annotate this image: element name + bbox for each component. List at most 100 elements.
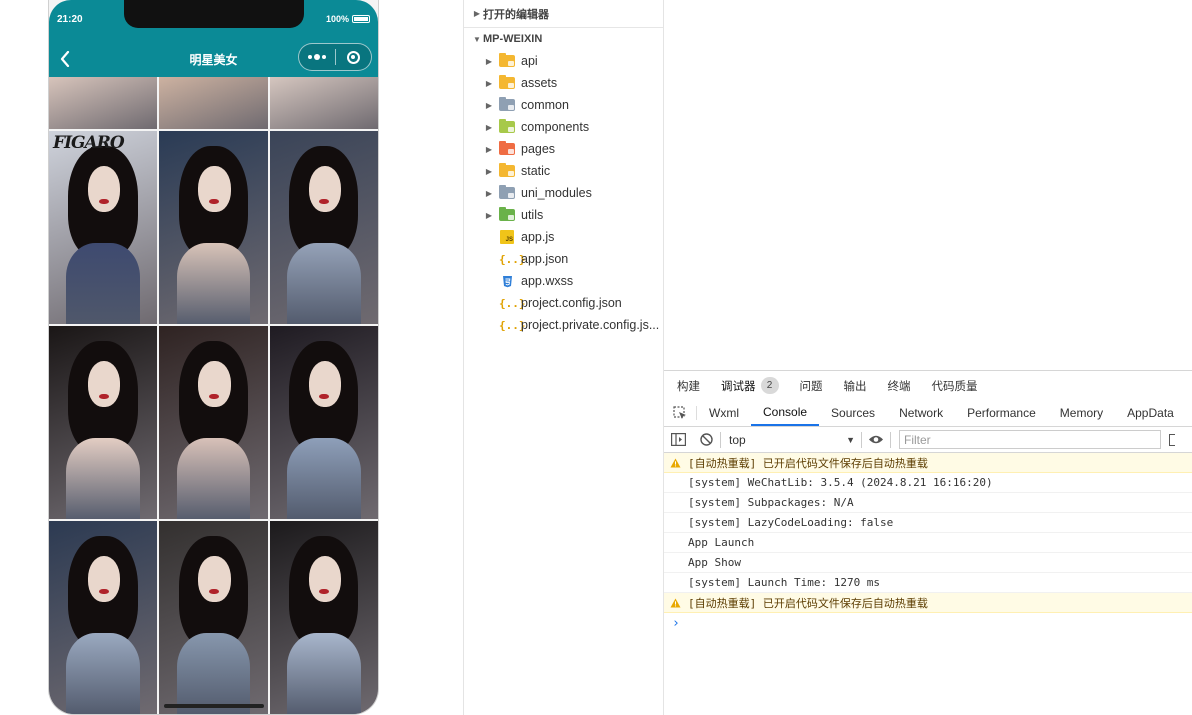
tree-folder-pages[interactable]: ▶ pages bbox=[464, 138, 663, 160]
panel-tab-performance[interactable]: Performance bbox=[955, 400, 1048, 426]
gallery-photo[interactable]: FIGARO bbox=[49, 131, 158, 324]
debug-tab[interactable]: 构建 bbox=[677, 378, 700, 394]
tree-item-label: project.private.config.js... bbox=[521, 318, 660, 332]
folder-icon bbox=[499, 75, 515, 89]
magazine-logo: FIGARO bbox=[53, 133, 125, 153]
debug-tab[interactable]: 终端 bbox=[888, 378, 911, 394]
debug-tab-label: 代码质量 bbox=[931, 380, 978, 393]
photo-background bbox=[269, 77, 378, 129]
tree-item-label: app.json bbox=[521, 252, 569, 266]
panel-tab-appdata[interactable]: AppData bbox=[1115, 400, 1186, 426]
sidebar-icon bbox=[670, 433, 686, 446]
tree-file[interactable]: app.wxss bbox=[464, 270, 663, 292]
console-warning: [自动热重载] 已开启代码文件保存后自动热重载 bbox=[664, 453, 1192, 473]
debug-tab[interactable]: 代码质量 bbox=[932, 378, 978, 394]
gallery-photo[interactable] bbox=[49, 326, 158, 519]
tree-file[interactable]: {..} project.private.config.js... bbox=[464, 314, 663, 336]
tree-item-label: app.js bbox=[521, 230, 555, 244]
tree-item-label: assets bbox=[521, 76, 558, 90]
gallery-photo[interactable] bbox=[159, 521, 268, 714]
folder-icon bbox=[499, 53, 515, 67]
gallery-photo[interactable] bbox=[269, 77, 378, 129]
gallery-photo[interactable] bbox=[159, 326, 268, 519]
tree-item-label: uni_modules bbox=[521, 186, 592, 200]
panel-tab-memory[interactable]: Memory bbox=[1048, 400, 1115, 426]
photo-dress bbox=[176, 242, 251, 324]
settings-edge-icon[interactable] bbox=[1169, 433, 1175, 446]
folder-icon bbox=[499, 163, 515, 177]
project-header[interactable]: ▼ MP-WEIXIN bbox=[464, 28, 663, 50]
tree-folder-static[interactable]: ▶ static bbox=[464, 160, 663, 182]
gallery-photo[interactable] bbox=[49, 521, 158, 714]
photo-face bbox=[308, 165, 342, 213]
gallery-photo[interactable] bbox=[49, 77, 158, 129]
caret-right-icon: ▶ bbox=[485, 100, 493, 110]
battery-icon bbox=[352, 15, 370, 23]
inspect-element-button[interactable] bbox=[664, 406, 697, 420]
panel-tab-network[interactable]: Network bbox=[887, 400, 955, 426]
console-output: [自动热重载] 已开启代码文件保存后自动热重载 [system] WeChatLi… bbox=[664, 453, 1192, 633]
tree-item-label: components bbox=[521, 120, 590, 134]
folder-icon bbox=[499, 119, 515, 133]
panel-tab-sources[interactable]: Sources bbox=[819, 400, 887, 426]
console-prompt[interactable]: › bbox=[664, 613, 1192, 633]
tree-folder-assets[interactable]: ▶ assets bbox=[464, 72, 663, 94]
caret-right-icon: ▶ bbox=[485, 122, 493, 132]
photo-lips bbox=[98, 588, 109, 595]
open-editors-header[interactable]: ▶ 打开的编辑器 bbox=[464, 0, 663, 28]
debug-tab[interactable]: 调试器 2 bbox=[721, 377, 779, 394]
tree-folder-common[interactable]: ▶ common bbox=[464, 94, 663, 116]
gallery-photo[interactable] bbox=[269, 326, 378, 519]
tree-folder-api[interactable]: ▶ api bbox=[464, 50, 663, 72]
navigation-bar: 21:20 100% 明星美女 bbox=[49, 0, 378, 77]
photo-dress bbox=[286, 437, 361, 519]
json-file-icon: {..} bbox=[499, 296, 526, 310]
tree-item-label: api bbox=[521, 54, 538, 68]
tree-item-label: utils bbox=[521, 208, 544, 222]
sidebar-toggle-button[interactable] bbox=[664, 433, 692, 446]
close-miniprogram-button[interactable] bbox=[336, 50, 372, 64]
panel-tab-console[interactable]: Console bbox=[751, 400, 820, 426]
photo-face bbox=[308, 360, 342, 408]
tree-folder-components[interactable]: ▶ components bbox=[464, 116, 663, 138]
caret-right-icon: ▶ bbox=[485, 166, 493, 176]
css-file-icon bbox=[499, 275, 515, 288]
editor-area bbox=[664, 0, 1192, 370]
tree-folder-uni-modules[interactable]: ▶ uni_modules bbox=[464, 182, 663, 204]
live-expression-button[interactable] bbox=[862, 434, 890, 445]
context-selector[interactable]: top ▼ bbox=[721, 430, 861, 450]
console-text: [自动热重载] 已开启代码文件保存后自动热重载 bbox=[688, 456, 928, 470]
tree-file[interactable]: {..} app.json bbox=[464, 248, 663, 270]
tree-item-label: common bbox=[521, 98, 569, 112]
caret-right-icon: ▶ bbox=[485, 56, 493, 66]
dot-icon bbox=[321, 55, 326, 59]
caret-right-icon: ▶ bbox=[473, 9, 481, 18]
gallery-photo[interactable] bbox=[269, 131, 378, 324]
debug-tab[interactable]: 输出 bbox=[844, 378, 867, 394]
caret-right-icon: ▶ bbox=[485, 144, 493, 154]
console-message: [system] Launch Time: 1270 ms bbox=[664, 573, 1192, 593]
devtools-panel-tabs: Wxml Console Sources Network Performance Memo… bbox=[664, 400, 1192, 427]
console-text: [自动热重载] 已开启代码文件保存后自动热重载 bbox=[688, 596, 928, 610]
console-warning: [自动热重载] 已开启代码文件保存后自动热重载 bbox=[664, 593, 1192, 613]
console-text: [system] Subpackages: N/A bbox=[688, 496, 854, 509]
panel-tab-wxml[interactable]: Wxml bbox=[697, 400, 751, 426]
more-button[interactable] bbox=[299, 54, 335, 60]
tree-file[interactable]: {..} project.config.json bbox=[464, 292, 663, 314]
tree-file[interactable]: JS app.js bbox=[464, 226, 663, 248]
photo-dress bbox=[286, 632, 361, 714]
warning-icon bbox=[670, 458, 682, 468]
filter-input[interactable] bbox=[899, 430, 1161, 449]
photo-face bbox=[87, 555, 121, 603]
gallery-photo[interactable] bbox=[269, 521, 378, 714]
debug-tab[interactable]: 问题 bbox=[800, 378, 823, 394]
tree-folder-utils[interactable]: ▶ utils bbox=[464, 204, 663, 226]
photo-gallery: FIGARO bbox=[49, 77, 378, 714]
context-value: top bbox=[729, 432, 746, 447]
toolbar-divider bbox=[890, 431, 891, 448]
gallery-photo[interactable] bbox=[159, 77, 268, 129]
console-text: [system] LazyCodeLoading: false bbox=[688, 516, 894, 529]
clear-console-button[interactable] bbox=[692, 433, 720, 446]
gallery-photo[interactable] bbox=[159, 131, 268, 324]
photo-background bbox=[49, 77, 158, 129]
